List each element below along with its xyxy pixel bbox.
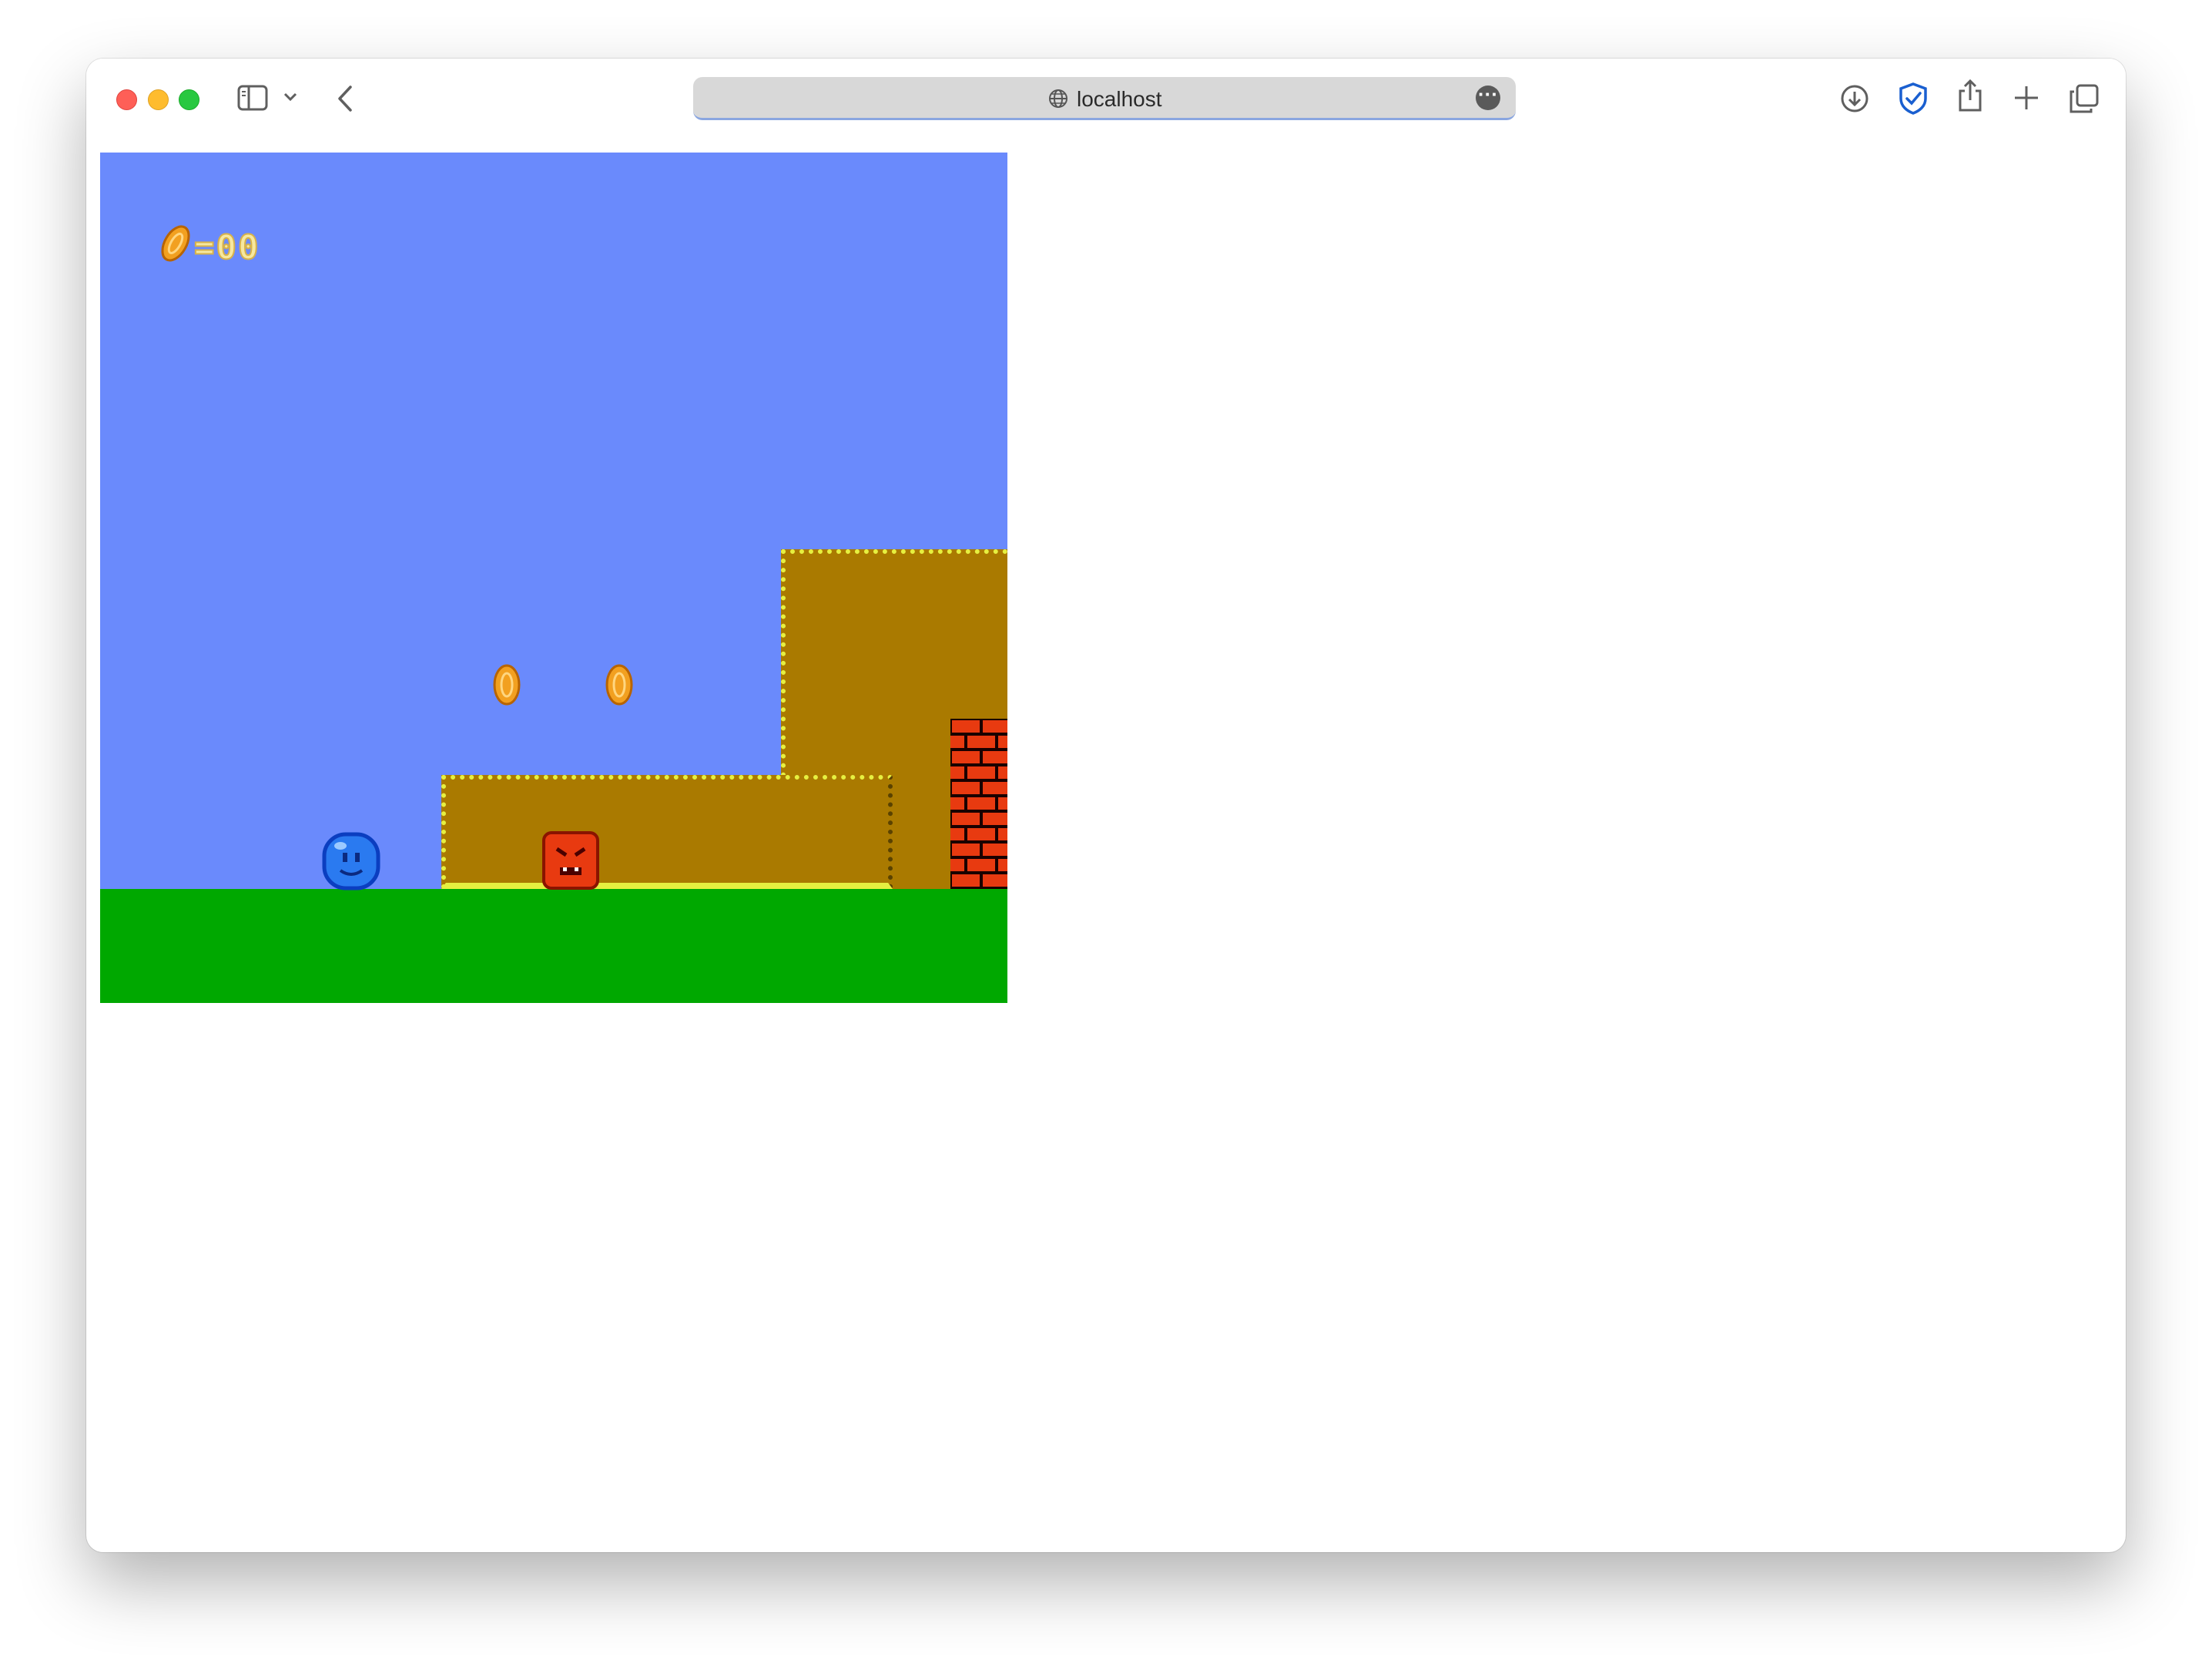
page-menu-button[interactable]: ··· [1476,84,1500,110]
address-bar[interactable]: localhost ··· [693,77,1516,120]
tabs-overview-icon[interactable] [2069,83,2100,114]
plus-icon[interactable] [2013,85,2039,111]
share-icon[interactable] [1956,79,1984,112]
minimize-window-button[interactable] [148,89,169,110]
browser-toolbar: localhost ··· [86,59,2126,153]
low-dirt-block [441,775,893,889]
address-text: localhost [1077,87,1162,111]
shield-check-icon[interactable] [1898,82,1929,116]
close-window-button[interactable] [116,89,137,110]
brick-wall [950,719,1007,889]
coin-sprite [605,664,633,709]
zoom-window-button[interactable] [179,89,199,110]
back-arrow-icon[interactable] [336,85,354,112]
coin-icon [161,225,190,262]
grass-ground [100,889,1007,1003]
chevron-down-icon[interactable] [283,92,297,102]
browser-window: localhost ··· =00 [86,59,2126,1552]
angry-block-enemy [541,830,600,894]
game-canvas[interactable]: =00 [100,153,1007,1003]
player-blob [322,832,380,894]
sidebar-icon[interactable] [237,85,268,111]
globe-icon [1047,88,1069,113]
download-icon[interactable] [1839,83,1870,114]
coin-sprite [493,664,521,709]
coin-counter-hud: =00 [156,222,259,268]
coin-count: =00 [193,227,260,268]
